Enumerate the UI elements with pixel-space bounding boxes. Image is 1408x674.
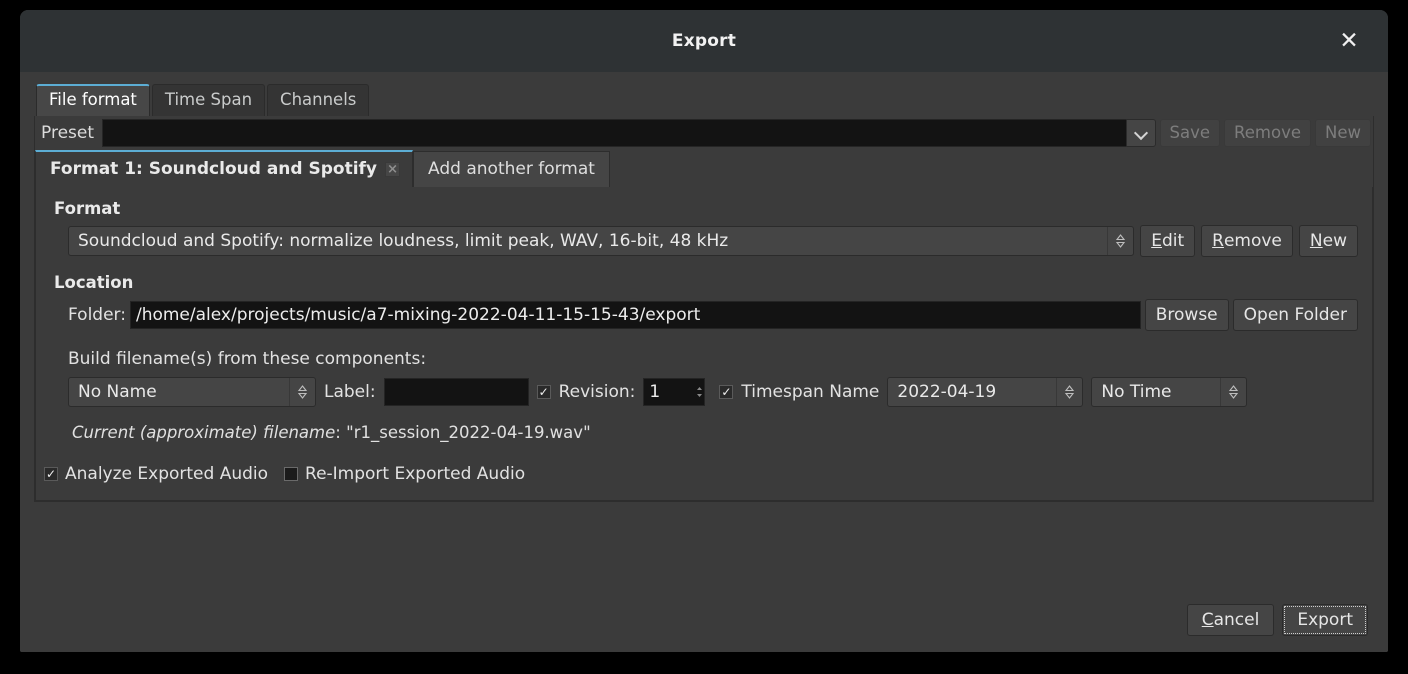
- time-select-value: No Time: [1101, 382, 1172, 402]
- up-down-spinner-icon[interactable]: [694, 379, 704, 405]
- current-filename-prefix: Current (approximate) filename: [72, 423, 336, 442]
- preset-label: Preset: [41, 123, 95, 143]
- page-title: Export: [671, 31, 737, 51]
- analyze-exported-audio-checkbox[interactable]: [44, 467, 58, 481]
- dialog-body: File format Time Span Channels Preset Sa…: [20, 72, 1388, 652]
- tab-file-format-label: File format: [49, 90, 137, 109]
- preset-combobox[interactable]: [102, 119, 1156, 147]
- timespan-checkbox[interactable]: [719, 385, 734, 399]
- format-select-row: Soundcloud and Spotify: normalize loudne…: [50, 225, 1358, 257]
- format-edit-button[interactable]: Edit: [1140, 225, 1196, 257]
- browse-label: Browse: [1155, 305, 1218, 325]
- open-folder-label: Open Folder: [1243, 305, 1347, 325]
- location-section-heading: Location: [54, 273, 134, 292]
- tab-channels-label: Channels: [280, 90, 357, 109]
- cancel-mnemonic: C: [1201, 610, 1214, 630]
- timespan-select-value: 2022-04-19: [897, 382, 997, 402]
- export-label: Export: [1297, 610, 1353, 630]
- current-filename-value: r1_session_2022-04-19.wav: [353, 423, 584, 442]
- format-new-mnemonic: N: [1309, 231, 1323, 251]
- current-filename-note: Current (approximate) filename: "r1_sess…: [54, 423, 1358, 442]
- timespan-label: Timespan Name: [741, 382, 880, 402]
- preset-new-label: New: [1325, 123, 1361, 142]
- preset-save-button[interactable]: Save: [1159, 119, 1221, 147]
- folder-label: Folder:: [68, 305, 126, 325]
- preset-remove-label: Remove: [1234, 123, 1301, 142]
- cancel-label: ancel: [1213, 610, 1260, 630]
- folder-input[interactable]: /home/alex/projects/music/a7-mixing-2022…: [129, 301, 1141, 329]
- format-new-label: ew: [1322, 231, 1347, 251]
- export-dialog-window: Export ✕ File format Time Span Channels …: [20, 10, 1388, 652]
- preset-new-button[interactable]: New: [1315, 119, 1371, 147]
- preset-dropdown-button[interactable]: [1125, 119, 1156, 147]
- main-tabstrip: File format Time Span Channels: [34, 84, 1374, 116]
- revision-label: Revision:: [558, 382, 636, 402]
- format-remove-button[interactable]: Remove: [1201, 225, 1293, 257]
- analyze-exported-audio-option[interactable]: Analyze Exported Audio: [44, 464, 268, 484]
- label-field-label: Label:: [324, 382, 376, 402]
- up-down-spinner-icon: [289, 378, 315, 406]
- dialog-footer: Cancel Export: [34, 502, 1374, 642]
- close-icon[interactable]: ×: [385, 161, 401, 177]
- tab-time-span[interactable]: Time Span: [151, 84, 266, 116]
- file-format-panel: Preset Save Remove New Format 1: Soundcl…: [34, 116, 1374, 502]
- filename-components-row: No Name Label: Revision: 1: [50, 377, 1358, 407]
- tab-file-format[interactable]: File format: [36, 84, 150, 116]
- format-new-button[interactable]: New: [1298, 225, 1358, 257]
- open-folder-button[interactable]: Open Folder: [1232, 299, 1358, 331]
- chevron-down-icon: [1135, 130, 1146, 137]
- format-tab-1[interactable]: Format 1: Soundcloud and Spotify ×: [35, 150, 414, 187]
- format-remove-label: emove: [1223, 231, 1282, 251]
- up-down-spinner-icon: [1220, 378, 1246, 406]
- export-options-row: Analyze Exported Audio Re-Import Exporte…: [44, 464, 1358, 484]
- folder-row: Folder: /home/alex/projects/music/a7-mix…: [50, 299, 1358, 331]
- time-select[interactable]: No Time: [1091, 377, 1248, 407]
- name-select-value: No Name: [78, 382, 157, 402]
- current-filename-suffix: ": [583, 423, 591, 442]
- export-button[interactable]: Export: [1282, 604, 1368, 636]
- build-filename-label: Build filename(s) from these components:: [68, 349, 427, 369]
- format-select-value: Soundcloud and Spotify: normalize loudne…: [78, 231, 729, 251]
- revision-spinner[interactable]: 1: [643, 378, 706, 406]
- tab-channels[interactable]: Channels: [267, 84, 370, 116]
- reimport-exported-audio-label: Re-Import Exported Audio: [305, 464, 526, 484]
- format-edit-mnemonic: E: [1151, 231, 1162, 251]
- reimport-exported-audio-checkbox[interactable]: [284, 467, 299, 481]
- up-down-spinner-icon: [1056, 378, 1082, 406]
- format-select[interactable]: Soundcloud and Spotify: normalize loudne…: [68, 226, 1135, 256]
- preset-input[interactable]: [102, 119, 1126, 147]
- format-remove-mnemonic: R: [1212, 231, 1224, 251]
- format-tabstrip: Format 1: Soundcloud and Spotify × Add a…: [35, 150, 1373, 187]
- close-icon[interactable]: ✕: [1332, 24, 1366, 58]
- browse-button[interactable]: Browse: [1144, 299, 1229, 331]
- format-tab-1-label: Format 1: Soundcloud and Spotify: [50, 159, 378, 179]
- format-edit-label: dit: [1161, 231, 1185, 251]
- revision-value: 1: [649, 382, 661, 402]
- name-select[interactable]: No Name: [68, 377, 316, 407]
- preset-remove-button[interactable]: Remove: [1224, 119, 1311, 147]
- label-input[interactable]: [383, 378, 529, 406]
- reimport-exported-audio-option[interactable]: Re-Import Exported Audio: [284, 464, 525, 484]
- revision-checkbox[interactable]: [536, 385, 551, 399]
- preset-save-label: Save: [1169, 123, 1211, 142]
- analyze-exported-audio-label: Analyze Exported Audio: [65, 464, 269, 484]
- add-format-tab[interactable]: Add another format: [413, 151, 610, 187]
- title-bar: Export ✕: [20, 10, 1388, 72]
- up-down-spinner-icon: [1107, 227, 1133, 255]
- format-panel: Format Soundcloud and Spotify: normalize…: [35, 187, 1373, 501]
- add-format-label: Add another format: [428, 159, 595, 179]
- format-section-heading: Format: [54, 199, 121, 218]
- tab-time-span-label: Time Span: [164, 90, 253, 109]
- preset-row: Preset Save Remove New: [35, 116, 1373, 151]
- cancel-button[interactable]: Cancel: [1186, 604, 1275, 636]
- current-filename-separator: : ": [335, 423, 354, 442]
- timespan-select[interactable]: 2022-04-19: [887, 377, 1084, 407]
